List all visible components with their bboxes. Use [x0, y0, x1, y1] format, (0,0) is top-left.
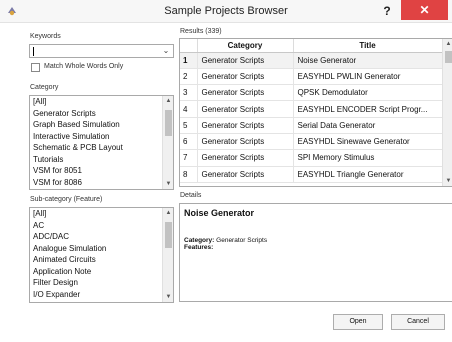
row-category: Generator Scripts: [197, 133, 294, 151]
table-row[interactable]: 1 Generator Scripts Noise Generator: [180, 52, 443, 69]
category-item[interactable]: VSM for 8051: [30, 165, 173, 177]
row-title: EASYHDL Triangle Generator: [293, 166, 443, 183]
keywords-combo[interactable]: ⌄: [29, 44, 174, 58]
row-category: Generator Scripts: [197, 52, 294, 69]
row-number: 7: [180, 149, 198, 167]
details-panel: Noise Generator Category: Generator Scri…: [179, 203, 452, 302]
results-header-row: Category Title: [180, 39, 443, 53]
subcategory-scrollbar[interactable]: ▲ ▼: [162, 208, 173, 302]
subcategory-list[interactable]: [All] AC ADC/DAC Analogue Simulation Ani…: [29, 207, 174, 303]
match-whole-words-checkbox[interactable]: [31, 63, 40, 72]
subcategory-item[interactable]: Animated Circuits: [30, 254, 173, 266]
subcategory-item[interactable]: Filter Design: [30, 277, 173, 289]
subcategory-item[interactable]: [All]: [30, 208, 173, 220]
title-bar: Sample Projects Browser ? ✕: [0, 0, 452, 23]
row-category: Generator Scripts: [197, 100, 294, 118]
table-row[interactable]: 8 Generator Scripts EASYHDL Triangle Gen…: [180, 166, 443, 183]
text-caret: [33, 47, 34, 56]
row-category: Generator Scripts: [197, 166, 294, 183]
row-category: Generator Scripts: [197, 149, 294, 167]
scroll-up-icon[interactable]: ▲: [163, 208, 173, 218]
row-number: 3: [180, 84, 198, 102]
row-title: SPI Memory Stimulus: [293, 149, 443, 167]
results-scrollbar[interactable]: ▲ ▼: [442, 39, 452, 186]
details-title: Noise Generator: [184, 208, 255, 218]
row-category: Generator Scripts: [197, 68, 294, 86]
match-whole-words-label: Match Whole Words Only: [44, 63, 124, 70]
open-button[interactable]: Open: [333, 314, 383, 330]
row-number: 5: [180, 117, 198, 134]
row-title: Noise Generator: [293, 52, 443, 69]
close-button[interactable]: ✕: [401, 0, 448, 20]
table-row[interactable]: 7 Generator Scripts SPI Memory Stimulus: [180, 149, 443, 167]
row-title: EASYHDL Sinewave Generator: [293, 133, 443, 151]
category-label: Category: [30, 84, 59, 91]
subcategory-label: Sub-category (Feature): [30, 196, 103, 203]
details-features-line: Features:: [184, 244, 213, 251]
row-title: EASYHDL ENCODER Script Progr...: [293, 100, 443, 118]
column-header-category[interactable]: Category: [197, 39, 294, 53]
row-number: 8: [180, 166, 198, 183]
subcategory-item[interactable]: ADC/DAC: [30, 231, 173, 243]
column-header-number[interactable]: [180, 39, 198, 53]
category-item[interactable]: VSM for 8086: [30, 177, 173, 189]
subcategory-item[interactable]: AC: [30, 220, 173, 232]
help-button[interactable]: ?: [378, 2, 396, 20]
table-row[interactable]: 6 Generator Scripts EASYHDL Sinewave Gen…: [180, 133, 443, 151]
row-number: 6: [180, 133, 198, 151]
row-title: Serial Data Generator: [293, 117, 443, 134]
scroll-thumb[interactable]: [165, 110, 172, 136]
scroll-down-icon[interactable]: ▼: [443, 176, 452, 186]
details-category-label: Category:: [184, 237, 215, 244]
scroll-up-icon[interactable]: ▲: [443, 39, 452, 49]
row-number: 1: [180, 52, 198, 69]
category-item[interactable]: Interactive Simulation: [30, 131, 173, 143]
details-label: Details: [180, 192, 202, 199]
row-number: 4: [180, 100, 198, 118]
row-title: EASYHDL PWLIN Generator: [293, 68, 443, 86]
table-row[interactable]: 3 Generator Scripts QPSK Demodulator: [180, 84, 443, 102]
scroll-down-icon[interactable]: ▼: [163, 292, 173, 302]
details-category-line: Category: Generator Scripts: [184, 237, 267, 244]
category-item[interactable]: Generator Scripts: [30, 108, 173, 120]
scroll-down-icon[interactable]: ▼: [163, 179, 173, 189]
category-list[interactable]: [All] Generator Scripts Graph Based Simu…: [29, 95, 174, 190]
cancel-button[interactable]: Cancel: [391, 314, 445, 330]
results-grid[interactable]: Category Title 1 Generator Scripts Noise…: [179, 38, 452, 187]
category-item[interactable]: [All]: [30, 96, 173, 108]
details-category-value: Generator Scripts: [216, 237, 268, 244]
column-header-title[interactable]: Title: [293, 39, 443, 53]
scroll-thumb[interactable]: [165, 222, 172, 248]
scroll-up-icon[interactable]: ▲: [163, 96, 173, 106]
subcategory-item[interactable]: Analogue Simulation: [30, 243, 173, 255]
subcategory-item[interactable]: Application Note: [30, 266, 173, 278]
row-number: 2: [180, 68, 198, 86]
details-features-label: Features:: [184, 244, 214, 251]
row-category: Generator Scripts: [197, 84, 294, 102]
table-row[interactable]: 2 Generator Scripts EASYHDL PWLIN Genera…: [180, 68, 443, 86]
chevron-down-icon[interactable]: ⌄: [161, 46, 171, 56]
table-row[interactable]: 4 Generator Scripts EASYHDL ENCODER Scri…: [180, 100, 443, 118]
category-scrollbar[interactable]: ▲ ▼: [162, 96, 173, 189]
category-item[interactable]: Schematic & PCB Layout: [30, 142, 173, 154]
table-row[interactable]: 5 Generator Scripts Serial Data Generato…: [180, 117, 443, 134]
subcategory-item[interactable]: I/O Expander: [30, 289, 173, 301]
results-label: Results (339): [180, 28, 222, 35]
row-title: QPSK Demodulator: [293, 84, 443, 102]
scroll-thumb[interactable]: [445, 51, 452, 63]
row-category: Generator Scripts: [197, 117, 294, 134]
category-item[interactable]: Graph Based Simulation: [30, 119, 173, 131]
keywords-label: Keywords: [30, 33, 61, 40]
category-item[interactable]: Tutorials: [30, 154, 173, 166]
